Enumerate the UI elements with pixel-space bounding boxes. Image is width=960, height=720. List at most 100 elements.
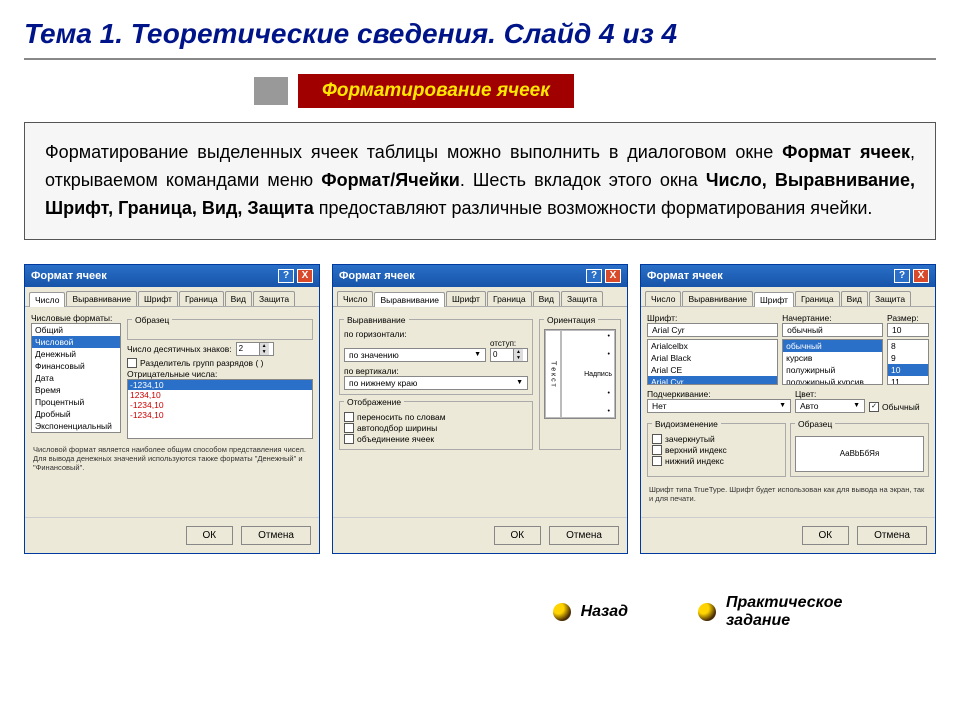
task-link[interactable]: Практическое задание xyxy=(698,594,876,630)
tab-font[interactable]: Шрифт xyxy=(754,292,794,307)
orientation-group: Ориентация Т е к с т • • Надпись • • xyxy=(539,315,621,450)
list-item[interactable]: 11 xyxy=(888,376,928,385)
size-input[interactable]: 10 xyxy=(887,323,929,337)
ok-button[interactable]: ОК xyxy=(494,526,542,545)
tab-align[interactable]: Выравнивание xyxy=(66,291,137,306)
tab-protect[interactable]: Защита xyxy=(561,291,603,306)
back-link[interactable]: Назад xyxy=(553,594,628,630)
tab-number[interactable]: Число xyxy=(337,291,373,306)
negative-list[interactable]: -1234,10 1234,10 -1234,10 -1234,10 xyxy=(127,379,313,439)
underline-label: Подчеркивание: xyxy=(647,389,791,399)
tab-border[interactable]: Граница xyxy=(487,291,532,306)
list-item[interactable]: Arial CE xyxy=(648,364,777,376)
titlebar[interactable]: Формат ячеек ? X xyxy=(25,265,319,287)
bullet-icon xyxy=(553,603,571,621)
tab-view[interactable]: Вид xyxy=(841,291,868,306)
list-item[interactable]: 8 xyxy=(888,340,928,352)
wrap-checkbox[interactable]: переносить по словам xyxy=(344,412,528,422)
cancel-button[interactable]: Отмена xyxy=(549,526,619,545)
tab-font[interactable]: Шрифт xyxy=(138,291,178,306)
font-input[interactable]: Arial Cyr xyxy=(647,323,778,337)
indent-input[interactable] xyxy=(491,349,513,361)
list-item[interactable]: Денежный xyxy=(32,348,120,360)
color-dropdown[interactable]: Авто▼ xyxy=(795,399,865,413)
tab-number[interactable]: Число xyxy=(645,291,681,306)
font-list[interactable]: Arialcelbx Arial Black Arial CE Arial Cy… xyxy=(647,339,778,385)
titlebar[interactable]: Формат ячеек ? X xyxy=(641,265,935,287)
normal-checkbox[interactable]: ✓Обычный xyxy=(869,402,920,412)
list-item[interactable]: 9 xyxy=(888,352,928,364)
list-item[interactable]: Экспоненциальный xyxy=(32,420,120,432)
cancel-button[interactable]: Отмена xyxy=(241,526,311,545)
help-icon[interactable]: ? xyxy=(278,269,294,283)
list-item[interactable]: -1234,10 xyxy=(128,400,312,410)
indent-spinner[interactable]: ▲▼ xyxy=(490,348,528,362)
list-item[interactable]: Процентный xyxy=(32,396,120,408)
effects-group: Видоизменение зачеркнутый верхний индекс… xyxy=(647,419,786,477)
tab-protect[interactable]: Защита xyxy=(869,291,911,306)
list-item[interactable]: Время xyxy=(32,384,120,396)
autofit-checkbox[interactable]: автоподбор ширины xyxy=(344,423,528,433)
list-item[interactable]: Текстовый xyxy=(32,432,120,433)
tab-view[interactable]: Вид xyxy=(225,291,252,306)
tab-number[interactable]: Число xyxy=(29,292,65,307)
close-icon[interactable]: X xyxy=(913,269,929,283)
help-icon[interactable]: ? xyxy=(586,269,602,283)
display-group: Отображение переносить по словам автопод… xyxy=(339,397,533,450)
style-input[interactable]: обычный xyxy=(782,323,883,337)
tab-protect[interactable]: Защита xyxy=(253,291,295,306)
strike-checkbox[interactable]: зачеркнутый xyxy=(652,434,781,444)
tab-view[interactable]: Вид xyxy=(533,291,560,306)
tab-align[interactable]: Выравнивание xyxy=(682,291,753,306)
list-item[interactable]: Дробный xyxy=(32,408,120,420)
list-item[interactable]: курсив xyxy=(783,352,882,364)
separator-checkbox[interactable]: Разделитель групп разрядов ( ) xyxy=(127,358,313,368)
tab-border[interactable]: Граница xyxy=(795,291,840,306)
dialog-alignment: Формат ячеек ? X Число Выравнивание Шриф… xyxy=(332,264,628,554)
list-item[interactable]: полужирный xyxy=(783,364,882,376)
list-item[interactable]: 10 xyxy=(888,364,928,376)
orientation-control[interactable]: Т е к с т • • Надпись • • xyxy=(544,329,616,419)
list-item[interactable]: Arialcelbx xyxy=(648,340,777,352)
sample-group: Образец xyxy=(127,315,313,340)
list-item[interactable]: 1234,10 xyxy=(128,390,312,400)
close-icon[interactable]: X xyxy=(297,269,313,283)
list-item[interactable]: -1234,10 xyxy=(128,410,312,420)
decimals-spinner[interactable]: ▲▼ xyxy=(236,342,274,356)
list-item[interactable]: Arial Black xyxy=(648,352,777,364)
slide-title: Тема 1. Теоретические сведения. Слайд 4 … xyxy=(24,18,936,50)
horiz-dropdown[interactable]: по значению▼ xyxy=(344,348,486,362)
ok-button[interactable]: ОК xyxy=(186,526,234,545)
tab-font[interactable]: Шрифт xyxy=(446,291,486,306)
list-item[interactable]: Числовой xyxy=(32,336,120,348)
subscript-checkbox[interactable]: нижний индекс xyxy=(652,456,781,466)
list-item[interactable]: -1234,10 xyxy=(128,380,312,390)
cancel-button[interactable]: Отмена xyxy=(857,526,927,545)
list-item[interactable]: Дата xyxy=(32,372,120,384)
decimals-input[interactable] xyxy=(237,343,259,355)
vert-dropdown[interactable]: по нижнему краю▼ xyxy=(344,376,528,390)
list-item[interactable]: обычный xyxy=(783,340,882,352)
tab-border[interactable]: Граница xyxy=(179,291,224,306)
desc-text: предоставляют различные возможности форм… xyxy=(314,198,873,218)
task-label: Практическое задание xyxy=(726,594,876,630)
back-label: Назад xyxy=(581,603,628,621)
list-item[interactable]: полужирный курсив xyxy=(783,376,882,385)
titlebar[interactable]: Формат ячеек ? X xyxy=(333,265,627,287)
list-item[interactable]: Arial Cyr xyxy=(648,376,777,385)
merge-checkbox[interactable]: объединение ячеек xyxy=(344,434,528,444)
style-list[interactable]: обычный курсив полужирный полужирный кур… xyxy=(782,339,883,385)
ok-button[interactable]: ОК xyxy=(802,526,850,545)
superscript-checkbox[interactable]: верхний индекс xyxy=(652,445,781,455)
list-item[interactable]: Финансовый xyxy=(32,360,120,372)
desc-bold: Формат/Ячейки xyxy=(321,170,460,190)
size-list[interactable]: 8 9 10 11 xyxy=(887,339,929,385)
help-icon[interactable]: ? xyxy=(894,269,910,283)
category-list[interactable]: Общий Числовой Денежный Финансовый Дата … xyxy=(31,323,121,433)
tab-align[interactable]: Выравнивание xyxy=(374,292,445,307)
list-item[interactable]: Общий xyxy=(32,324,120,336)
negative-label: Отрицательные числа: xyxy=(127,369,313,379)
underline-dropdown[interactable]: Нет▼ xyxy=(647,399,791,413)
close-icon[interactable]: X xyxy=(605,269,621,283)
preview-box: АаBbБбЯя xyxy=(795,436,924,472)
